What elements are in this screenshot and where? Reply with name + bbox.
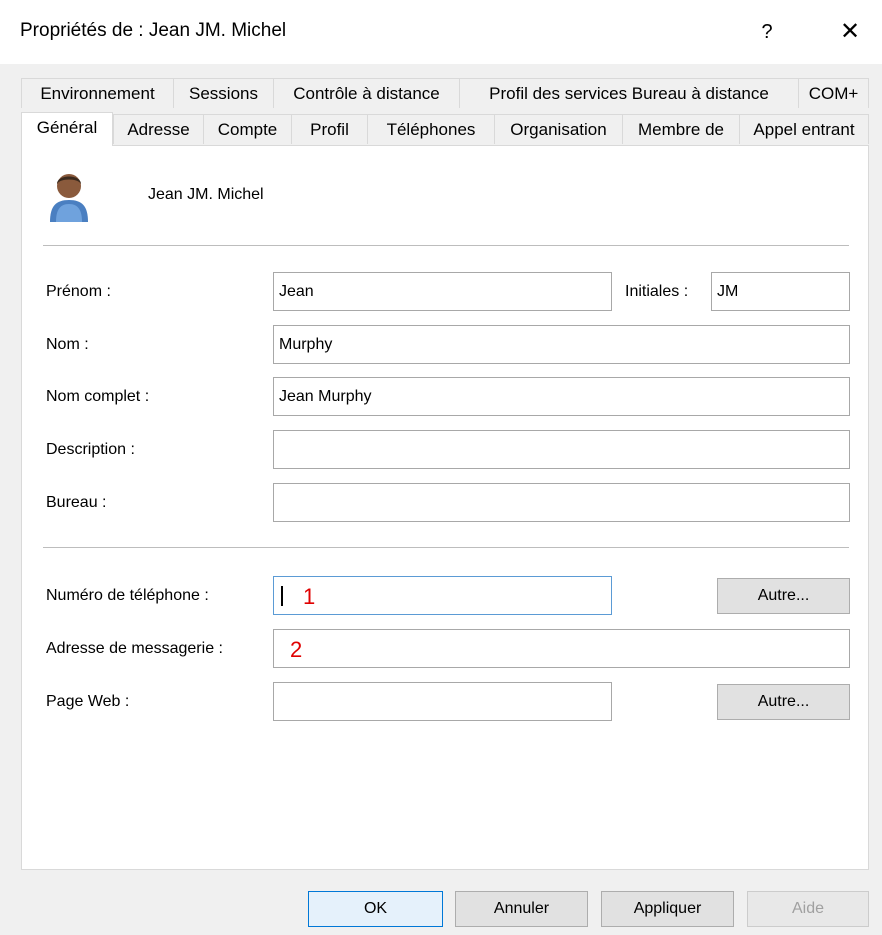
web-other-button[interactable]: Autre... [717,684,850,720]
email-input[interactable] [273,629,850,668]
tab-membre-de[interactable]: Membre de [622,114,739,144]
tab-telephones[interactable]: Téléphones [367,114,494,144]
tab-general[interactable]: Général [21,112,113,146]
annotation-1: 1 [303,584,316,609]
ok-button[interactable]: OK [308,891,443,927]
annotation-2: 2 [290,637,303,662]
window-title: Propriétés de : Jean JM. Michel [20,20,287,41]
tab-organisation[interactable]: Organisation [494,114,622,144]
web-input[interactable] [273,682,612,721]
nom-complet-label: Nom complet : [46,388,150,405]
close-button[interactable]: ✕ [832,14,868,50]
bureau-label: Bureau : [46,494,107,511]
general-tab-panel: Jean JM. Michel Prénom : Jean Initiales … [21,145,869,870]
initiales-input[interactable]: JM [711,272,850,311]
cancel-button[interactable]: Annuler [455,891,588,927]
telephone-label: Numéro de téléphone : [46,587,209,604]
email-label: Adresse de messagerie : [46,640,223,657]
initiales-label: Initiales : [625,283,689,300]
help-button[interactable]: ? [752,14,782,50]
tab-controle-a-distance[interactable]: Contrôle à distance [273,78,459,108]
tab-adresse[interactable]: Adresse [113,114,203,144]
user-icon [44,168,94,224]
telephone-other-button[interactable]: Autre... [717,578,850,614]
tab-profil[interactable]: Profil [291,114,367,144]
text-caret [281,586,283,606]
nom-complet-input[interactable]: Jean Murphy [273,377,850,416]
apply-button[interactable]: Appliquer [601,891,734,927]
prenom-label: Prénom : [46,283,111,300]
web-label: Page Web : [46,693,130,710]
separator-middle [43,547,849,548]
bureau-input[interactable] [273,483,850,522]
prenom-input[interactable]: Jean [273,272,612,311]
tab-sessions[interactable]: Sessions [173,78,273,108]
user-display-name: Jean JM. Michel [148,186,264,203]
tab-compte[interactable]: Compte [203,114,291,144]
separator-top [43,245,849,246]
tab-com-plus[interactable]: COM+ [798,78,869,108]
nom-input[interactable]: Murphy [273,325,850,364]
tab-environnement[interactable]: Environnement [21,78,173,108]
help-footer-button[interactable]: Aide [747,891,869,927]
tab-profil-services-bureau-distance[interactable]: Profil des services Bureau à distance [459,78,798,108]
nom-label: Nom : [46,336,89,353]
description-label: Description : [46,441,135,458]
description-input[interactable] [273,430,850,469]
title-bar: Propriétés de : Jean JM. Michel ? ✕ [0,0,882,64]
tab-appel-entrant[interactable]: Appel entrant [739,114,869,144]
telephone-input[interactable] [273,576,612,615]
